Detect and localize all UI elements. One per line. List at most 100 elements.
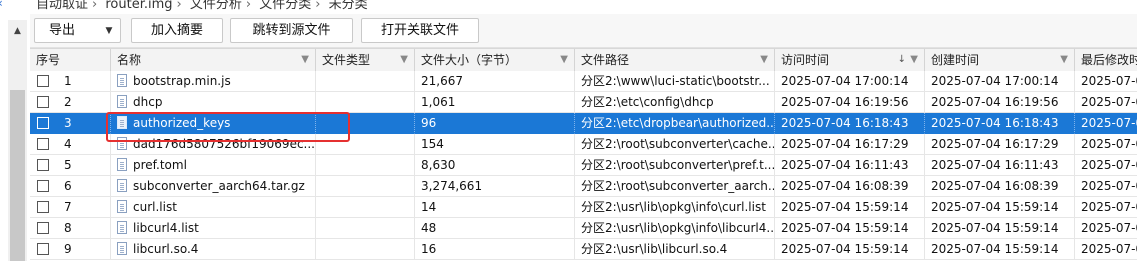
row-checkbox[interactable]	[37, 180, 49, 192]
left-scrollbar[interactable]: ▲	[8, 20, 27, 261]
path-cell: 分区2:\etc\dropbear\authorized...	[575, 113, 775, 134]
column-header-type[interactable]: 文件类型 ▼	[316, 49, 415, 71]
filter-icon[interactable]: ▼	[301, 49, 309, 71]
table-row[interactable]: 8 libcurl4.list 48 分区2:\usr\lib\opkg\info\l…	[30, 218, 1137, 239]
index-cell: 8	[30, 218, 111, 239]
ctime-text: 2025-07-04 15:59:14	[931, 221, 1059, 235]
scrollbar-thumb[interactable]	[10, 90, 25, 261]
path-text: 分区2:\root\subconverter\cache...	[581, 137, 775, 151]
filter-icon[interactable]: ▼	[760, 49, 768, 71]
row-number: 7	[64, 200, 72, 214]
index-cell: 6	[30, 176, 111, 197]
chevron-down-icon[interactable]: ▼	[98, 19, 120, 42]
row-checkbox[interactable]	[37, 138, 49, 150]
ctime-text: 2025-07-04 17:00:14	[931, 74, 1059, 88]
ctime-cell: 2025-07-04 17:00:14	[925, 71, 1075, 92]
name-cell: bootstrap.min.js	[111, 71, 316, 92]
file-table: 序号 名称 ▼ 文件类型 ▼ 文件大小（字节） ▼ 文件路径 ▼ 访问时间 ↓ ▼ 创建时间…	[30, 48, 1137, 261]
atime-text: 2025-07-04 16:11:43	[781, 158, 909, 172]
breadcrumb: 自动取证 › router.img › 文件分析 › 文件分类 › 未分类	[36, 0, 368, 12]
path-cell: 分区2:\usr\lib\opkg\info\libcurl4...	[575, 218, 775, 239]
size-cell: 14	[415, 197, 575, 218]
path-cell: 分区2:\root\subconverter\cache...	[575, 134, 775, 155]
index-cell: 5	[30, 155, 111, 176]
column-header-index[interactable]: 序号	[30, 49, 111, 71]
mtime-cell: 2025-07-0	[1075, 239, 1137, 260]
row-checkbox[interactable]	[37, 75, 49, 87]
name-text: authorized_keys	[133, 116, 231, 130]
path-cell: 分区2:\usr\lib\opkg\info\curl.list	[575, 197, 775, 218]
size-cell: 48	[415, 218, 575, 239]
row-number: 4	[64, 137, 72, 151]
size-text: 48	[421, 221, 437, 235]
table-row[interactable]: 3 authorized_keys 96 分区2:\etc\dropbear\auth…	[30, 113, 1137, 134]
size-cell: 21,667	[415, 71, 575, 92]
column-header-create-time[interactable]: 创建时间 ▼	[925, 49, 1075, 71]
atime-cell: 2025-07-04 15:59:14	[775, 239, 925, 260]
row-checkbox[interactable]	[37, 159, 49, 171]
export-dropdown-button[interactable]: 导出 ▼	[34, 18, 121, 43]
path-text: 分区2:\usr\lib\libcurl.so.4	[581, 242, 728, 256]
column-header-access-time[interactable]: 访问时间 ↓ ▼	[775, 49, 925, 71]
table-row[interactable]: 7 curl.list 14 分区2:\usr\lib\opkg\info\curl.…	[30, 197, 1137, 218]
column-header-size[interactable]: 文件大小（字节） ▼	[415, 49, 575, 71]
index-cell: 9	[30, 239, 111, 260]
mtime-cell: 2025-07-0	[1075, 218, 1137, 239]
filter-icon[interactable]: ▼	[910, 49, 918, 71]
breadcrumb-item[interactable]: router.img	[105, 0, 172, 12]
row-checkbox[interactable]	[37, 222, 49, 234]
filter-icon[interactable]: ▼	[560, 49, 568, 71]
table-row[interactable]: 6 subconverter_aarch64.tar.gz 3,274,661 分区2…	[30, 176, 1137, 197]
ctime-cell: 2025-07-04 16:08:39	[925, 176, 1075, 197]
column-header-modify-time[interactable]: 最后修改时	[1075, 49, 1137, 71]
mtime-cell: 2025-07-0	[1075, 176, 1137, 197]
type-cell	[316, 176, 415, 197]
atime-cell: 2025-07-04 15:59:14	[775, 197, 925, 218]
column-header-label: 最后修改时	[1081, 53, 1137, 67]
breadcrumb-item[interactable]: 自动取证	[36, 0, 88, 12]
name-cell: libcurl.so.4	[111, 239, 316, 260]
back-arrow-icon[interactable]: ‹	[0, 0, 6, 12]
row-checkbox[interactable]	[37, 117, 49, 129]
size-text: 16	[421, 242, 437, 256]
size-text: 8,630	[421, 158, 456, 172]
breadcrumb-item[interactable]: 文件分类	[259, 0, 311, 12]
atime-cell: 2025-07-04 16:11:43	[775, 155, 925, 176]
table-row[interactable]: 4 dad176d5807526bf19069ec... 154 分区2:\root\…	[30, 134, 1137, 155]
column-header-label: 文件大小（字节）	[421, 53, 518, 67]
jump-to-source-button[interactable]: 跳转到源文件	[230, 18, 353, 43]
table-row[interactable]: 5 pref.toml 8,630 分区2:\root\subconverter\pr…	[30, 155, 1137, 176]
row-checkbox[interactable]	[37, 201, 49, 213]
mtime-text: 2025-07-0	[1081, 158, 1137, 172]
table-header: 序号 名称 ▼ 文件类型 ▼ 文件大小（字节） ▼ 文件路径 ▼ 访问时间 ↓ ▼ 创建时间…	[30, 48, 1137, 72]
breadcrumb-item[interactable]: 文件分析	[190, 0, 242, 12]
table-row[interactable]: 9 libcurl.so.4 16 分区2:\usr\lib\libcurl.so.4…	[30, 239, 1137, 260]
size-text: 3,274,661	[421, 179, 483, 193]
path-text: 分区2:\usr\lib\opkg\info\libcurl4...	[581, 221, 775, 235]
breadcrumb-item[interactable]: 未分类	[329, 0, 368, 12]
name-text: libcurl4.list	[133, 221, 199, 235]
name-text: dad176d5807526bf19069ec...	[133, 137, 315, 151]
mtime-cell: 2025-07-0	[1075, 113, 1137, 134]
path-cell: 分区2:\root\subconverter\pref.t...	[575, 155, 775, 176]
ctime-text: 2025-07-04 16:18:43	[931, 116, 1059, 130]
column-header-path[interactable]: 文件路径 ▼	[575, 49, 775, 71]
table-row[interactable]: 1 bootstrap.min.js 21,667 分区2:\www\luci-sta…	[30, 71, 1137, 92]
row-checkbox[interactable]	[37, 243, 49, 255]
file-icon	[117, 158, 127, 171]
scroll-up-icon[interactable]: ▲	[8, 26, 27, 40]
size-cell: 3,274,661	[415, 176, 575, 197]
open-related-file-button[interactable]: 打开关联文件	[361, 18, 479, 43]
mtime-cell: 2025-07-0	[1075, 92, 1137, 113]
add-summary-button[interactable]: 加入摘要	[131, 18, 223, 43]
ctime-cell: 2025-07-04 16:17:29	[925, 134, 1075, 155]
toolbar: 导出 ▼ 加入摘要 跳转到源文件 打开关联文件	[30, 14, 1137, 48]
filter-icon[interactable]: ▼	[1060, 49, 1068, 71]
path-text: 分区2:\etc\config\dhcp	[581, 95, 714, 109]
table-row[interactable]: 2 dhcp 1,061 分区2:\etc\config\dhcp 2025-07-04…	[30, 92, 1137, 113]
column-header-name[interactable]: 名称 ▼	[111, 49, 316, 71]
breadcrumb-separator-icon: ›	[315, 0, 321, 12]
row-checkbox[interactable]	[37, 96, 49, 108]
filter-icon[interactable]: ▼	[400, 49, 408, 71]
mtime-text: 2025-07-0	[1081, 116, 1137, 130]
